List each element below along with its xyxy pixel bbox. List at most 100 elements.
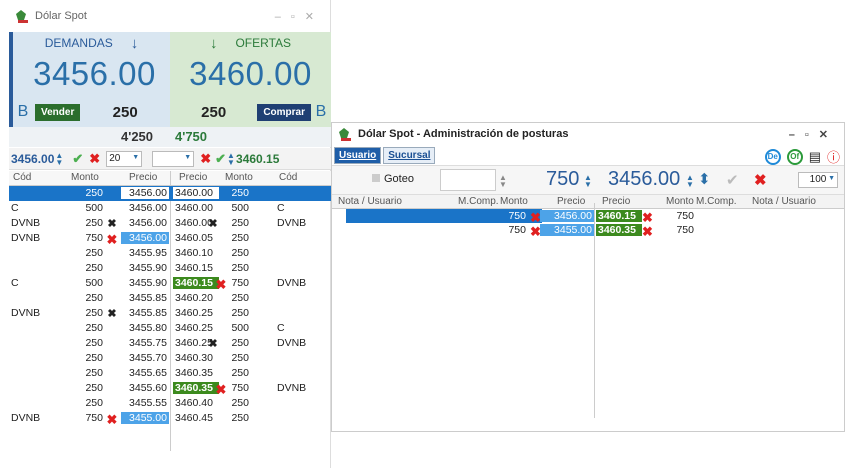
cancel-icon[interactable]: ✖: [105, 412, 119, 428]
cell-precio-bid: 3455.00: [540, 224, 594, 236]
stepper-icon[interactable]: ▲ ▼: [583, 174, 593, 189]
cell-precio-ask: 3460.25: [175, 322, 213, 334]
col-cod-ask[interactable]: Cód: [277, 171, 299, 184]
cell-monto-ask: 500: [231, 322, 249, 334]
table-row[interactable]: 750 ✖ 3456.00 3460.15 ✖ 750: [332, 209, 844, 225]
col-monto-ask[interactable]: Monto: [223, 171, 255, 184]
bid-qty[interactable]: 250: [80, 104, 170, 121]
check-icon[interactable]: ✔: [726, 171, 739, 189]
admin-posturas-window: Dólar Spot - Administración de posturas …: [331, 122, 845, 432]
cancel-icon[interactable]: ✖: [754, 171, 767, 189]
info-icon[interactable]: ⓘ: [827, 147, 840, 166]
cell-cod-ask: DVNB: [277, 217, 307, 229]
cell-cod-bid: DVNB: [11, 412, 41, 424]
tab-usuario[interactable]: Usuario: [334, 146, 382, 164]
table-row[interactable]: 250 3455.80 3460.25 500 C: [9, 321, 331, 336]
check-icon[interactable]: ✔: [215, 151, 226, 167]
cell-cod-bid: DVNB: [11, 232, 41, 244]
table-row[interactable]: DVNB 750 3456.00 3460.05 250 ✖: [9, 231, 331, 247]
stepper-icon[interactable]: ⬍: [698, 170, 711, 188]
cell-monto-bid: 250: [85, 382, 103, 394]
cancel-icon[interactable]: ✖: [642, 224, 653, 240]
table-row[interactable]: 250 3456.00 3460.00 250: [9, 186, 331, 201]
comprar-button[interactable]: Comprar: [257, 103, 311, 121]
col-mcomp-bid[interactable]: M.Comp.: [458, 196, 499, 207]
table-row[interactable]: 250 3455.55 3460.40 250: [9, 396, 331, 411]
col-mcomp-ask[interactable]: M.Comp.: [696, 196, 737, 207]
demandas-filter-icon[interactable]: De: [764, 148, 781, 165]
arrow-down-icon: ↓: [209, 34, 218, 52]
window-controls[interactable]: –▫✕: [275, 10, 324, 23]
stepper-icon[interactable]: ▲ ▼: [226, 151, 236, 166]
table-row[interactable]: 250 3455.65 3460.35 250: [9, 366, 331, 381]
cancel-icon[interactable]: ✖: [207, 337, 219, 350]
table-row[interactable]: C 500 3456.00 3460.00 500 C: [9, 201, 331, 216]
col-monto-bid[interactable]: Monto: [500, 196, 528, 207]
table-row[interactable]: 250 3455.70 3460.30 250: [9, 351, 331, 366]
window-controls[interactable]: –▫✕: [789, 128, 838, 141]
price-input[interactable]: 3456.00: [608, 168, 680, 191]
cell-precio-bid: 3456.00: [129, 217, 167, 229]
col-precio-ask[interactable]: Precio: [602, 196, 630, 207]
cell-monto-ask: 250: [231, 247, 249, 259]
filter-ask-price[interactable]: 3460.15: [236, 152, 279, 166]
cancel-icon[interactable]: ✖: [530, 224, 541, 240]
bid-price: 3456.00: [33, 55, 156, 92]
goteo-input[interactable]: [440, 169, 496, 191]
table-row[interactable]: 250 3455.95 3460.10 250: [9, 246, 331, 261]
cell-cod-ask: DVNB: [277, 337, 307, 349]
col-precio-ask[interactable]: Precio: [177, 171, 209, 184]
vender-button[interactable]: Vender: [35, 103, 81, 121]
qty-select[interactable]: 100: [798, 172, 838, 188]
stepper-icon[interactable]: ▲ ▼: [498, 174, 508, 189]
ask-qty[interactable]: 250: [170, 104, 257, 121]
ofertas-filter-icon[interactable]: Of: [786, 148, 803, 165]
cell-precio-bid: 3456.00: [121, 232, 169, 244]
cell-cod-ask: DVNB: [277, 277, 307, 289]
col-precio-bid[interactable]: Precio: [127, 171, 159, 184]
cancel-icon[interactable]: ✖: [207, 217, 219, 230]
table-row[interactable]: 250 3455.85 3460.20 250: [9, 291, 331, 306]
stepper-icon[interactable]: ▲ ▼: [54, 151, 64, 166]
cell-precio-bid: 3455.85: [129, 292, 167, 304]
table-row[interactable]: DVNB 250 3455.85 3460.25 250 ✖: [9, 306, 331, 321]
col-nota-bid[interactable]: Nota / Usuario: [338, 196, 402, 207]
cell-precio-ask: 3460.35: [175, 367, 213, 379]
cancel-icon[interactable]: ✖: [105, 307, 119, 320]
qty-input[interactable]: 750: [546, 168, 579, 191]
cancel-icon[interactable]: ✖: [200, 151, 211, 167]
table-row[interactable]: C 500 3455.90 3460.15 750 DVNB ✖: [9, 276, 331, 292]
col-monto-bid[interactable]: Monto: [69, 171, 101, 184]
table-row[interactable]: DVNB 750 3455.00 3460.45 250 ✖: [9, 411, 331, 428]
col-nota-ask[interactable]: Nota / Usuario: [752, 196, 816, 207]
stepper-icon[interactable]: ▲ ▼: [685, 174, 695, 189]
col-cod-bid[interactable]: Cód: [11, 171, 33, 184]
cell-precio-bid: 3455.95: [129, 247, 167, 259]
table-row[interactable]: DVNB 250 3456.00 3460.00 250 DVNB ✖ ✖: [9, 216, 331, 231]
tab-sucursal[interactable]: Sucursal: [383, 146, 436, 164]
table-row[interactable]: 250 3455.75 3460.25 250 DVNB ✖: [9, 336, 331, 351]
table-row[interactable]: 250 3455.90 3460.15 250: [9, 261, 331, 276]
table-row[interactable]: 250 3455.60 3460.35 750 DVNB ✖: [9, 381, 331, 397]
ask-select[interactable]: [152, 150, 195, 167]
toolbar: De Of ▤ ⓘ: [764, 147, 840, 166]
col-precio-bid[interactable]: Precio: [557, 196, 585, 207]
table-row[interactable]: 750 ✖ 3455.00 3460.35 ✖ 750: [332, 223, 844, 240]
goteo-checkbox[interactable]: [372, 174, 380, 182]
cell-precio-bid: 3455.70: [129, 352, 167, 364]
postura-rows: 750 ✖ 3456.00 3460.15 ✖ 750 750 ✖ 3455.00 3460.35…: [332, 209, 844, 240]
totals-row: 4'250 4'750: [9, 127, 331, 147]
cell-monto-bid: 250: [85, 292, 103, 304]
cell-precio-ask: 3460.05: [175, 232, 213, 244]
cell-monto-bid: 750: [508, 210, 526, 222]
window-title: Dólar Spot - Administración de posturas: [358, 128, 569, 140]
grid-header: Nota / Usuario M.Comp. Monto Precio Prec…: [332, 195, 844, 209]
export-icon[interactable]: ▤: [809, 149, 821, 165]
check-icon[interactable]: ✔: [72, 151, 83, 167]
col-monto-ask[interactable]: Monto: [666, 196, 694, 207]
filter-bid-price[interactable]: 3456.00: [11, 152, 54, 166]
qty-select[interactable]: 20: [106, 150, 143, 167]
cell-precio-ask: 3460.30: [175, 352, 213, 364]
cancel-icon[interactable]: ✖: [105, 217, 119, 230]
cancel-icon[interactable]: ✖: [89, 151, 100, 167]
